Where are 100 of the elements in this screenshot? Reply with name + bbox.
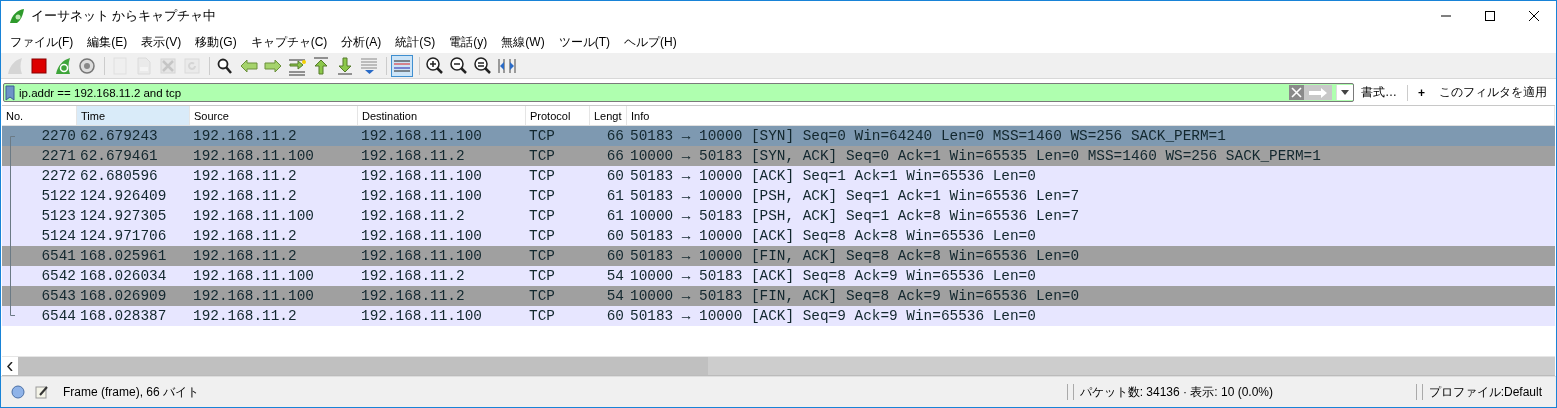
table-cell-text: TCP <box>528 148 556 164</box>
table-cell-text: 168.028387 <box>79 308 168 324</box>
packet-row[interactable]: 2271 62.679461 192.168.11.100 192.168.11.2 TCP 66 10000 → 50183 [SYN, ACK] Seq=0 Ack=1 Win=65535 Len=0 MSS=1460 WS=256 SACK_PERM=1 <box>2 146 1555 166</box>
down-arrow-icon <box>335 55 355 76</box>
up-arrow-icon <box>311 55 331 76</box>
column-header[interactable]: Destination <box>358 106 526 125</box>
table-cell-text: TCP <box>528 228 556 244</box>
table-cell-text: 192.168.11.100 <box>192 288 315 304</box>
menu-item[interactable]: 移動(G) <box>188 33 244 51</box>
table-cell: 2271 <box>41 148 76 164</box>
table-cell-text: 168.025961 <box>79 248 168 264</box>
table-cell-text: TCP <box>528 188 556 204</box>
apply-filter-button[interactable]: このフィルタを適用 <box>1432 84 1554 101</box>
scrollbar-thumb[interactable] <box>18 357 708 375</box>
table-cell-text: 60 <box>605 248 625 264</box>
save-file-icon <box>134 55 154 76</box>
splitter-handle[interactable] <box>1066 384 1074 400</box>
table-cell-text: 60 <box>605 168 625 184</box>
status-circle-icon[interactable] <box>11 385 25 399</box>
table-cell-text: 192.168.11.2 <box>360 148 466 164</box>
table-cell-text: 61 <box>605 208 625 224</box>
menu-item[interactable]: ヘルプ(H) <box>617 33 684 51</box>
edit-icon[interactable] <box>35 385 49 399</box>
horizontal-scrollbar[interactable] <box>2 356 1555 376</box>
packet-row[interactable]: 5122 124.926409 192.168.11.2 192.168.11.100 TCP 61 50183 → 10000 [PSH, ACK] Seq=1 Ack=1 Win=65536 Len=7 <box>2 186 1555 206</box>
menu-item[interactable]: 分析(A) <box>334 33 389 51</box>
splitter-handle[interactable] <box>1415 384 1423 400</box>
restart-fin-icon <box>53 55 73 76</box>
table-cell-text: 124.927305 <box>79 208 168 224</box>
menu-item[interactable]: ツール(T) <box>551 33 617 51</box>
table-cell-text: 10000 → 50183 [ACK] Seq=8 Ack=9 Win=65536 Len=0 <box>629 268 1037 284</box>
column-header[interactable]: Info <box>627 106 1555 125</box>
table-cell-text: TCP <box>528 288 556 304</box>
filter-field[interactable]: ip.addr == 192.168.11.2 and tcp <box>3 83 1354 102</box>
table-cell-text: 192.168.11.100 <box>192 148 315 164</box>
table-cell-text: 54 <box>605 288 625 304</box>
table-cell-text: 168.026034 <box>79 268 168 284</box>
right-arrow-icon <box>1308 87 1328 98</box>
menu-item[interactable]: ファイル(F) <box>3 33 81 51</box>
packet-row[interactable]: 6541 168.025961 192.168.11.2 192.168.11.100 TCP 60 50183 → 10000 [FIN, ACK] Seq=8 Ack=8 Win=65536 Len=0 <box>2 246 1555 266</box>
packet-row[interactable]: 5123 124.927305 192.168.11.100 192.168.11.2 TCP 61 10000 → 50183 [PSH, ACK] Seq=1 Ack=8 Win=65536 Len=7 <box>2 206 1555 226</box>
table-cell-text: 192.168.11.2 <box>192 228 298 244</box>
window-title: イーサネット からキャプチャ中 <box>31 7 218 25</box>
zoom-reset-icon <box>473 55 493 76</box>
table-cell: 5124 <box>41 228 76 244</box>
table-cell-text: 62.680596 <box>79 168 159 184</box>
table-cell-text: 192.168.11.100 <box>360 168 483 184</box>
close-icon[interactable] <box>1529 11 1539 21</box>
column-header[interactable]: Time <box>77 106 190 125</box>
table-cell-text: 192.168.11.100 <box>192 208 315 224</box>
table-cell-text: TCP <box>528 168 556 184</box>
app-logo-icon <box>9 8 25 24</box>
bookmark-icon[interactable] <box>4 84 16 101</box>
packet-row[interactable]: 6544 168.028387 192.168.11.2 192.168.11.100 TCP 60 50183 → 10000 [ACK] Seq=9 Ack=9 Win=65536 Len=0 <box>2 306 1555 326</box>
table-cell-text: 61 <box>605 188 625 204</box>
zoom-out-icon <box>449 55 469 76</box>
table-cell-text: 192.168.11.2 <box>192 308 298 324</box>
profile-label[interactable]: プロファイル:Default <box>1428 383 1542 401</box>
stop-icon <box>29 55 49 76</box>
table-cell-text: TCP <box>528 268 556 284</box>
packet-row[interactable]: 6542 168.026034 192.168.11.100 192.168.11.2 TCP 54 10000 → 50183 [ACK] Seq=8 Ack=9 Win=65536 Len=0 <box>2 266 1555 286</box>
menu-item[interactable]: 表示(V) <box>134 33 189 51</box>
table-cell-text: 66 <box>605 128 625 144</box>
table-cell-text: TCP <box>528 308 556 324</box>
column-header[interactable]: Source <box>190 106 358 125</box>
column-header[interactable]: Protocol <box>526 106 590 125</box>
format-button[interactable]: 書式… <box>1354 84 1404 101</box>
scroll-lines-icon <box>359 55 379 76</box>
packet-row[interactable]: 2270 62.679243 192.168.11.2 192.168.11.100 TCP 66 50183 → 10000 [SYN] Seq=0 Win=64240 Len=0 MSS=1460 WS=256 SACK_PERM=1 <box>2 126 1555 146</box>
table-cell-text: 62.679243 <box>79 128 159 144</box>
zoom-in-icon <box>425 55 445 76</box>
dropdown-button[interactable] <box>1336 85 1353 100</box>
column-header[interactable]: Lengt <box>590 106 627 125</box>
menu-item[interactable]: キャプチャ(C) <box>243 33 335 51</box>
table-cell-text: 192.168.11.100 <box>360 128 483 144</box>
packet-row[interactable]: 6543 168.026909 192.168.11.100 192.168.11.2 TCP 54 10000 → 50183 [FIN, ACK] Seq=8 Ack=9 Win=65536 Len=0 <box>2 286 1555 306</box>
table-cell-text: 62.679461 <box>79 148 159 164</box>
clear-icon[interactable] <box>1289 85 1304 100</box>
menu-item[interactable]: 電話(y) <box>442 33 495 51</box>
menu-item[interactable]: 統計(S) <box>388 33 443 51</box>
maximize-icon[interactable] <box>1485 11 1495 21</box>
caret-icon <box>1341 90 1349 95</box>
table-cell-text: TCP <box>528 128 556 144</box>
table-cell-text: 50183 → 10000 [ACK] Seq=8 Ack=8 Win=65536 Len=0 <box>629 228 1037 244</box>
table-cell-text: 192.168.11.2 <box>360 268 466 284</box>
table-cell-text: TCP <box>528 208 556 224</box>
table-cell: 5122 <box>41 188 76 204</box>
table-cell-text: 50183 → 10000 [ACK] Seq=1 Ack=1 Win=65536 Len=0 <box>629 168 1037 184</box>
menu-item[interactable]: 無線(W) <box>494 33 552 51</box>
packet-row[interactable]: 5124 124.971706 192.168.11.2 192.168.11.100 TCP 60 50183 → 10000 [ACK] Seq=8 Ack=8 Win=65536 Len=0 <box>2 226 1555 246</box>
table-cell-text: 192.168.11.2 <box>192 188 298 204</box>
table-cell-text: TCP <box>528 248 556 264</box>
filter-text: ip.addr == 192.168.11.2 and tcp <box>18 86 183 99</box>
add-filter-button[interactable]: + <box>1411 85 1432 100</box>
packet-row[interactable]: 2272 62.680596 192.168.11.2 192.168.11.100 TCP 60 50183 → 10000 [ACK] Seq=1 Ack=1 Win=65536 Len=0 <box>2 166 1555 186</box>
close-file-icon <box>158 55 178 76</box>
table-cell-text: 192.168.11.100 <box>360 228 483 244</box>
table-cell-text: 124.971706 <box>79 228 168 244</box>
menu-item[interactable]: 編集(E) <box>80 33 135 51</box>
table-cell-text: 66 <box>605 148 625 164</box>
